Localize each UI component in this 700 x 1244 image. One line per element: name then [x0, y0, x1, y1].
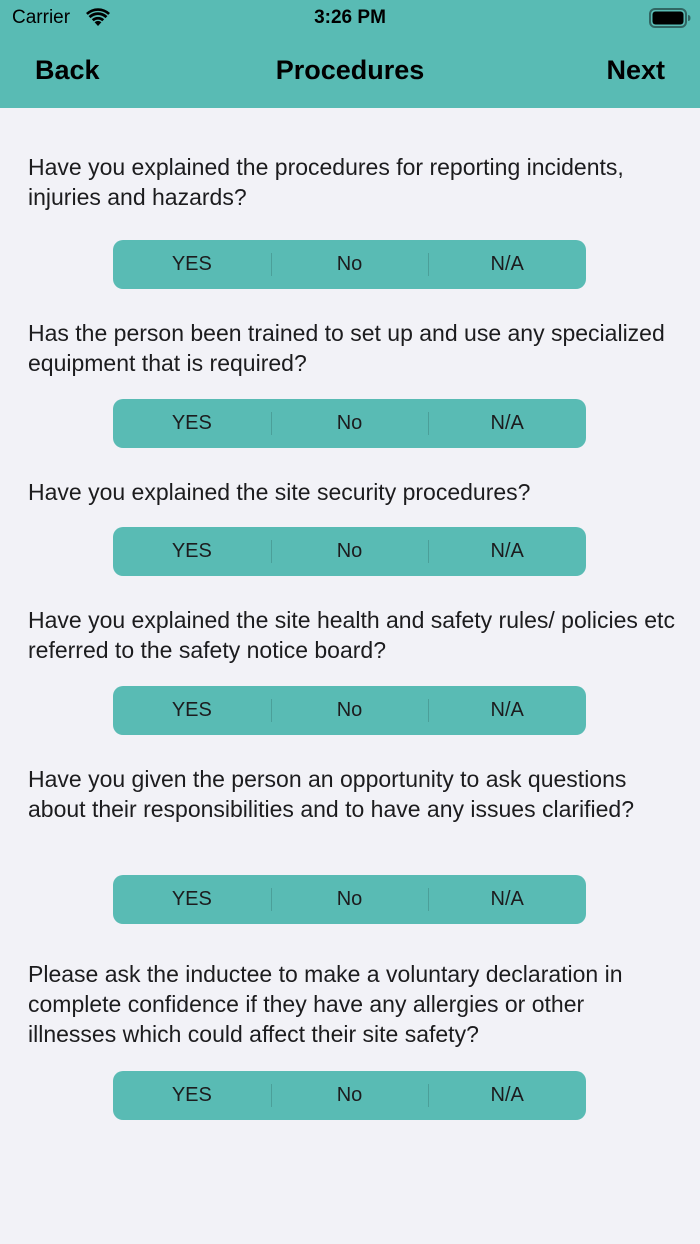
- question-1-option-no[interactable]: No: [270, 240, 429, 289]
- question-3-option-na[interactable]: N/A: [428, 527, 586, 576]
- question-4-option-no[interactable]: No: [270, 686, 429, 735]
- question-3-option-yes[interactable]: YES: [113, 527, 271, 576]
- question-3-text: Have you explained the site security pro…: [28, 479, 531, 505]
- question-5-option-yes[interactable]: YES: [113, 875, 271, 924]
- question-5-option-na[interactable]: N/A: [428, 875, 586, 924]
- question-1-option-na[interactable]: N/A: [428, 240, 586, 289]
- question-4-option-yes[interactable]: YES: [113, 686, 271, 735]
- question-6-text: Please ask the inductee to make a volunt…: [28, 961, 623, 1047]
- question-2-option-no[interactable]: No: [270, 399, 429, 448]
- question-6-option-na[interactable]: N/A: [428, 1071, 586, 1120]
- page-title: Procedures: [275, 55, 425, 85]
- question-2-text: Has the person been trained to set up an…: [28, 320, 665, 376]
- question-1-segmented-control[interactable]: YES No N/A: [113, 240, 586, 289]
- next-button[interactable]: Next: [606, 55, 665, 86]
- question-5-text: Have you given the person an opportunity…: [28, 766, 635, 822]
- question-1-option-yes[interactable]: YES: [113, 240, 271, 289]
- question-3-option-no[interactable]: No: [270, 527, 429, 576]
- question-6-option-no[interactable]: No: [270, 1071, 429, 1120]
- question-6-segmented-control[interactable]: YES No N/A: [113, 1071, 586, 1120]
- status-bar: Carrier 3:26 PM: [0, 0, 700, 36]
- question-2-option-na[interactable]: N/A: [428, 399, 586, 448]
- question-5-option-no[interactable]: No: [270, 875, 429, 924]
- navigation-bar: Carrier 3:26 PM Back Procedures Next: [0, 0, 700, 108]
- question-3-segmented-control[interactable]: YES No N/A: [113, 527, 586, 576]
- question-4-segmented-control[interactable]: YES No N/A: [113, 686, 586, 735]
- status-time: 3:26 PM: [314, 7, 386, 28]
- question-6-option-yes[interactable]: YES: [113, 1071, 271, 1120]
- question-5-segmented-control[interactable]: YES No N/A: [113, 875, 586, 924]
- question-4-option-na[interactable]: N/A: [428, 686, 586, 735]
- question-2-option-yes[interactable]: YES: [113, 399, 271, 448]
- question-4-text: Have you explained the site health and s…: [28, 607, 675, 663]
- question-2-segmented-control[interactable]: YES No N/A: [113, 399, 586, 448]
- battery-full-icon: [649, 8, 691, 28]
- question-1-text: Have you explained the procedures for re…: [28, 154, 624, 210]
